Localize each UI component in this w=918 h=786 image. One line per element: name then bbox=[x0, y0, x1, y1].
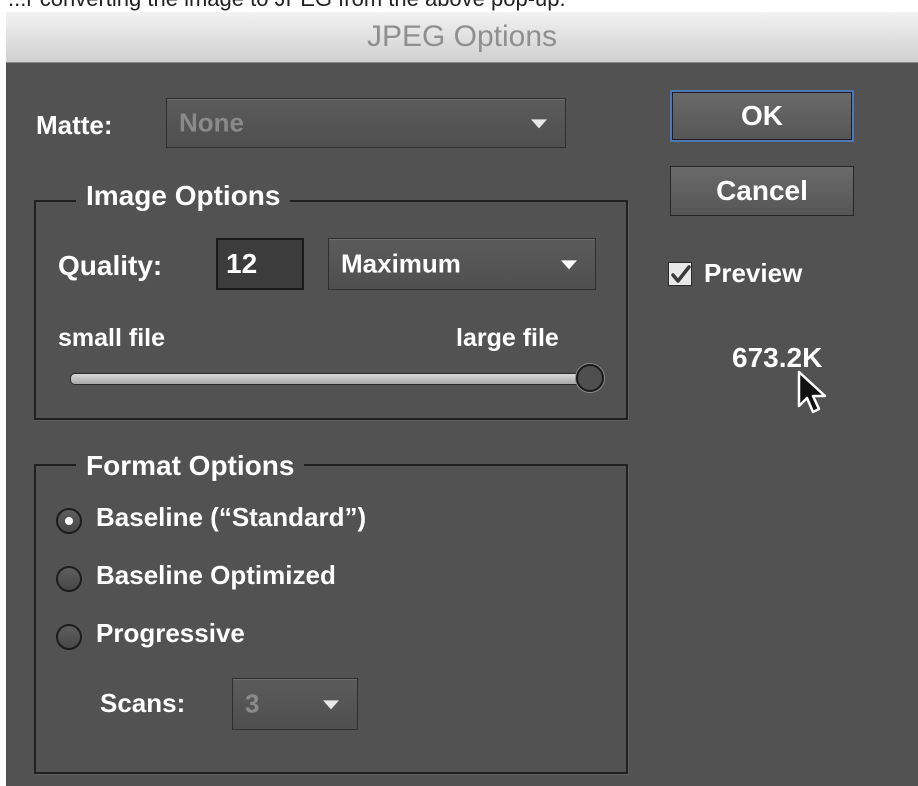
preview-label: Preview bbox=[704, 258, 803, 288]
dialog-title: JPEG Options bbox=[6, 12, 918, 63]
matte-label: Matte: bbox=[36, 110, 113, 140]
quality-input[interactable]: 12 bbox=[216, 238, 304, 290]
baseline-optimized-label: Baseline Optimized bbox=[96, 560, 336, 590]
baseline-optimized-radio[interactable] bbox=[56, 566, 82, 592]
mouse-pointer-icon bbox=[797, 370, 827, 414]
large-file-label: large file bbox=[456, 324, 559, 352]
quality-label: Quality: bbox=[58, 250, 163, 281]
scans-label: Scans: bbox=[100, 688, 186, 718]
cancel-button-label: Cancel bbox=[716, 175, 808, 206]
quality-slider-track[interactable] bbox=[70, 373, 592, 385]
image-options-legend: Image Options bbox=[76, 180, 291, 212]
scans-value: 3 bbox=[245, 688, 260, 719]
scans-dropdown[interactable]: 3 bbox=[232, 678, 358, 730]
checkmark-icon bbox=[671, 265, 691, 283]
ok-button[interactable]: OK bbox=[670, 90, 854, 142]
baseline-standard-radio[interactable] bbox=[56, 508, 82, 534]
dropdown-arrow-icon bbox=[561, 260, 577, 270]
preview-checkbox[interactable] bbox=[668, 262, 692, 286]
image-options-group bbox=[34, 200, 628, 420]
dropdown-arrow-icon bbox=[531, 119, 547, 129]
matte-value: None bbox=[179, 107, 244, 138]
caption-text: ...r converting the image to JPEG from t… bbox=[8, 0, 566, 12]
quality-preset-value: Maximum bbox=[341, 248, 461, 279]
small-file-label: small file bbox=[58, 324, 165, 352]
jpeg-options-dialog: JPEG Options Matte: None OK Cancel Previ… bbox=[6, 12, 918, 786]
quality-input-value: 12 bbox=[226, 248, 258, 279]
quality-preset-dropdown[interactable]: Maximum bbox=[328, 238, 596, 290]
dropdown-arrow-icon bbox=[323, 700, 339, 710]
format-options-legend: Format Options bbox=[76, 450, 305, 482]
cancel-button[interactable]: Cancel bbox=[670, 166, 854, 216]
quality-slider-thumb[interactable] bbox=[576, 364, 604, 392]
progressive-label: Progressive bbox=[96, 618, 245, 648]
progressive-radio[interactable] bbox=[56, 624, 82, 650]
matte-dropdown[interactable]: None bbox=[166, 98, 566, 148]
baseline-standard-label: Baseline (“Standard”) bbox=[96, 502, 367, 532]
ok-button-label: OK bbox=[741, 100, 783, 131]
